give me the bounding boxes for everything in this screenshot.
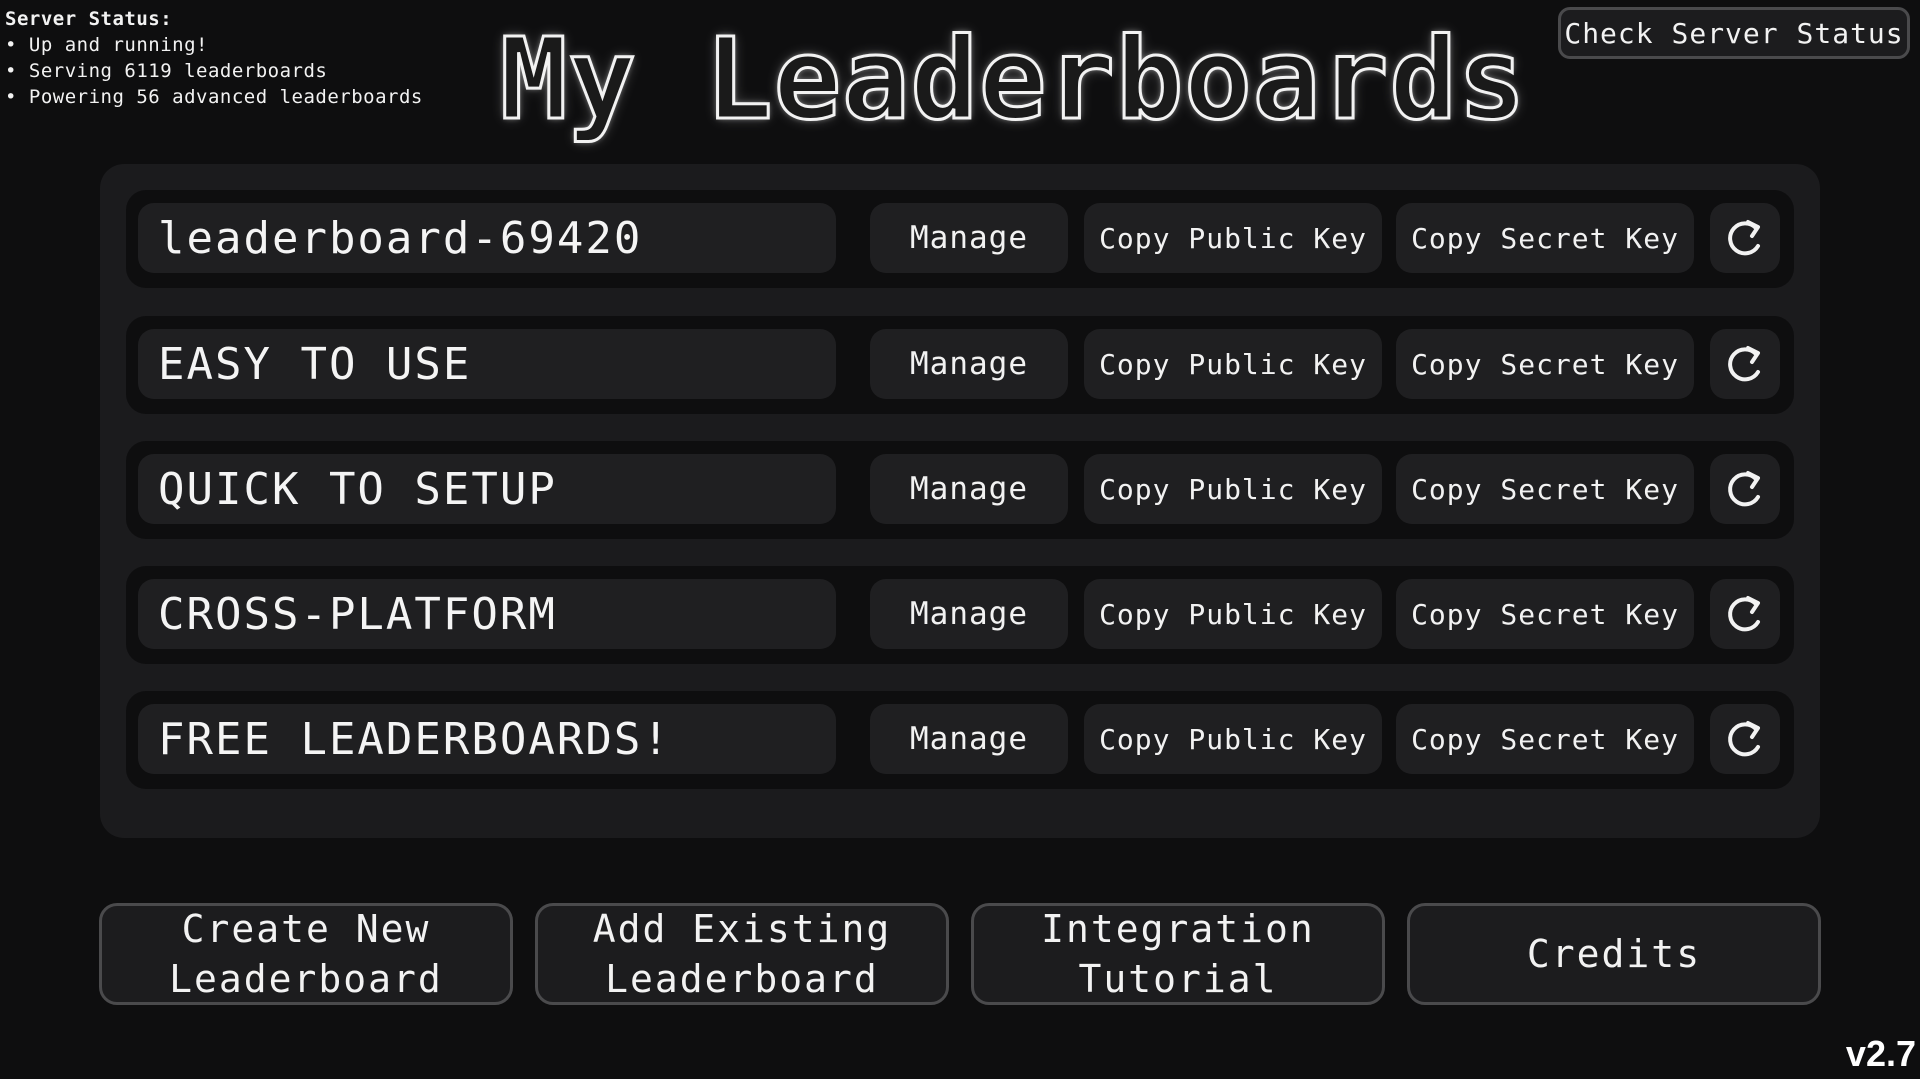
copy-public-key-button[interactable]: Copy Public Key	[1084, 329, 1382, 399]
server-status-title: Server Status:	[5, 8, 173, 30]
create-new-leaderboard-button[interactable]: Create New Leaderboard	[99, 903, 513, 1005]
leaderboard-name: FREE LEADERBOARDS!	[138, 704, 836, 774]
refresh-button[interactable]	[1710, 579, 1780, 649]
leaderboard-row: EASY TO USE Manage Copy Public Key Copy …	[126, 316, 1794, 414]
refresh-button[interactable]	[1710, 704, 1780, 774]
leaderboard-row: FREE LEADERBOARDS! Manage Copy Public Ke…	[126, 691, 1794, 789]
check-server-status-button[interactable]: Check Server Status	[1558, 7, 1910, 59]
leaderboard-name: QUICK TO SETUP	[138, 454, 836, 524]
refresh-button[interactable]	[1710, 203, 1780, 273]
page-title: My Leaderboards	[498, 14, 1527, 147]
copy-secret-key-button[interactable]: Copy Secret Key	[1396, 203, 1694, 273]
leaderboard-row: QUICK TO SETUP Manage Copy Public Key Co…	[126, 441, 1794, 539]
manage-button[interactable]: Manage	[870, 579, 1068, 649]
copy-secret-key-button[interactable]: Copy Secret Key	[1396, 454, 1694, 524]
button-label-line: Tutorial	[1078, 957, 1278, 1001]
server-status-line: • Powering 56 advanced leaderboards	[5, 86, 423, 108]
button-label-line: Create New	[181, 907, 431, 951]
leaderboard-name: EASY TO USE	[138, 329, 836, 399]
manage-button[interactable]: Manage	[870, 454, 1068, 524]
add-existing-leaderboard-button[interactable]: Add Existing Leaderboard	[535, 903, 949, 1005]
refresh-icon	[1728, 220, 1760, 256]
manage-button[interactable]: Manage	[870, 329, 1068, 399]
leaderboard-row: leaderboard-69420 Manage Copy Public Key…	[126, 190, 1794, 288]
refresh-icon	[1728, 471, 1760, 507]
leaderboard-name: CROSS-PLATFORM	[138, 579, 836, 649]
button-label-line: Leaderboard	[169, 957, 443, 1001]
credits-button[interactable]: Credits	[1407, 903, 1821, 1005]
button-label-line: Integration	[1041, 907, 1315, 951]
leaderboard-row: CROSS-PLATFORM Manage Copy Public Key Co…	[126, 566, 1794, 664]
refresh-button[interactable]	[1710, 454, 1780, 524]
leaderboard-list-panel: leaderboard-69420 Manage Copy Public Key…	[100, 164, 1820, 838]
refresh-button[interactable]	[1710, 329, 1780, 399]
copy-secret-key-button[interactable]: Copy Secret Key	[1396, 329, 1694, 399]
refresh-icon	[1728, 721, 1760, 757]
integration-tutorial-button[interactable]: Integration Tutorial	[971, 903, 1385, 1005]
copy-public-key-button[interactable]: Copy Public Key	[1084, 203, 1382, 273]
version-label: v2.7	[1845, 1033, 1916, 1074]
refresh-icon	[1728, 596, 1760, 632]
copy-public-key-button[interactable]: Copy Public Key	[1084, 454, 1382, 524]
manage-button[interactable]: Manage	[870, 203, 1068, 273]
copy-secret-key-button[interactable]: Copy Secret Key	[1396, 704, 1694, 774]
copy-public-key-button[interactable]: Copy Public Key	[1084, 704, 1382, 774]
server-status-line: • Up and running!	[5, 34, 208, 56]
manage-button[interactable]: Manage	[870, 704, 1068, 774]
button-label-line: Add Existing	[592, 907, 892, 951]
copy-secret-key-button[interactable]: Copy Secret Key	[1396, 579, 1694, 649]
leaderboard-name: leaderboard-69420	[138, 203, 836, 273]
server-status-panel: Server Status: • Up and running! • Servi…	[5, 6, 423, 110]
server-status-line: • Serving 6119 leaderboards	[5, 60, 328, 82]
button-label-line: Credits	[1526, 932, 1702, 976]
refresh-icon	[1728, 346, 1760, 382]
button-label-line: Leaderboard	[605, 957, 879, 1001]
copy-public-key-button[interactable]: Copy Public Key	[1084, 579, 1382, 649]
